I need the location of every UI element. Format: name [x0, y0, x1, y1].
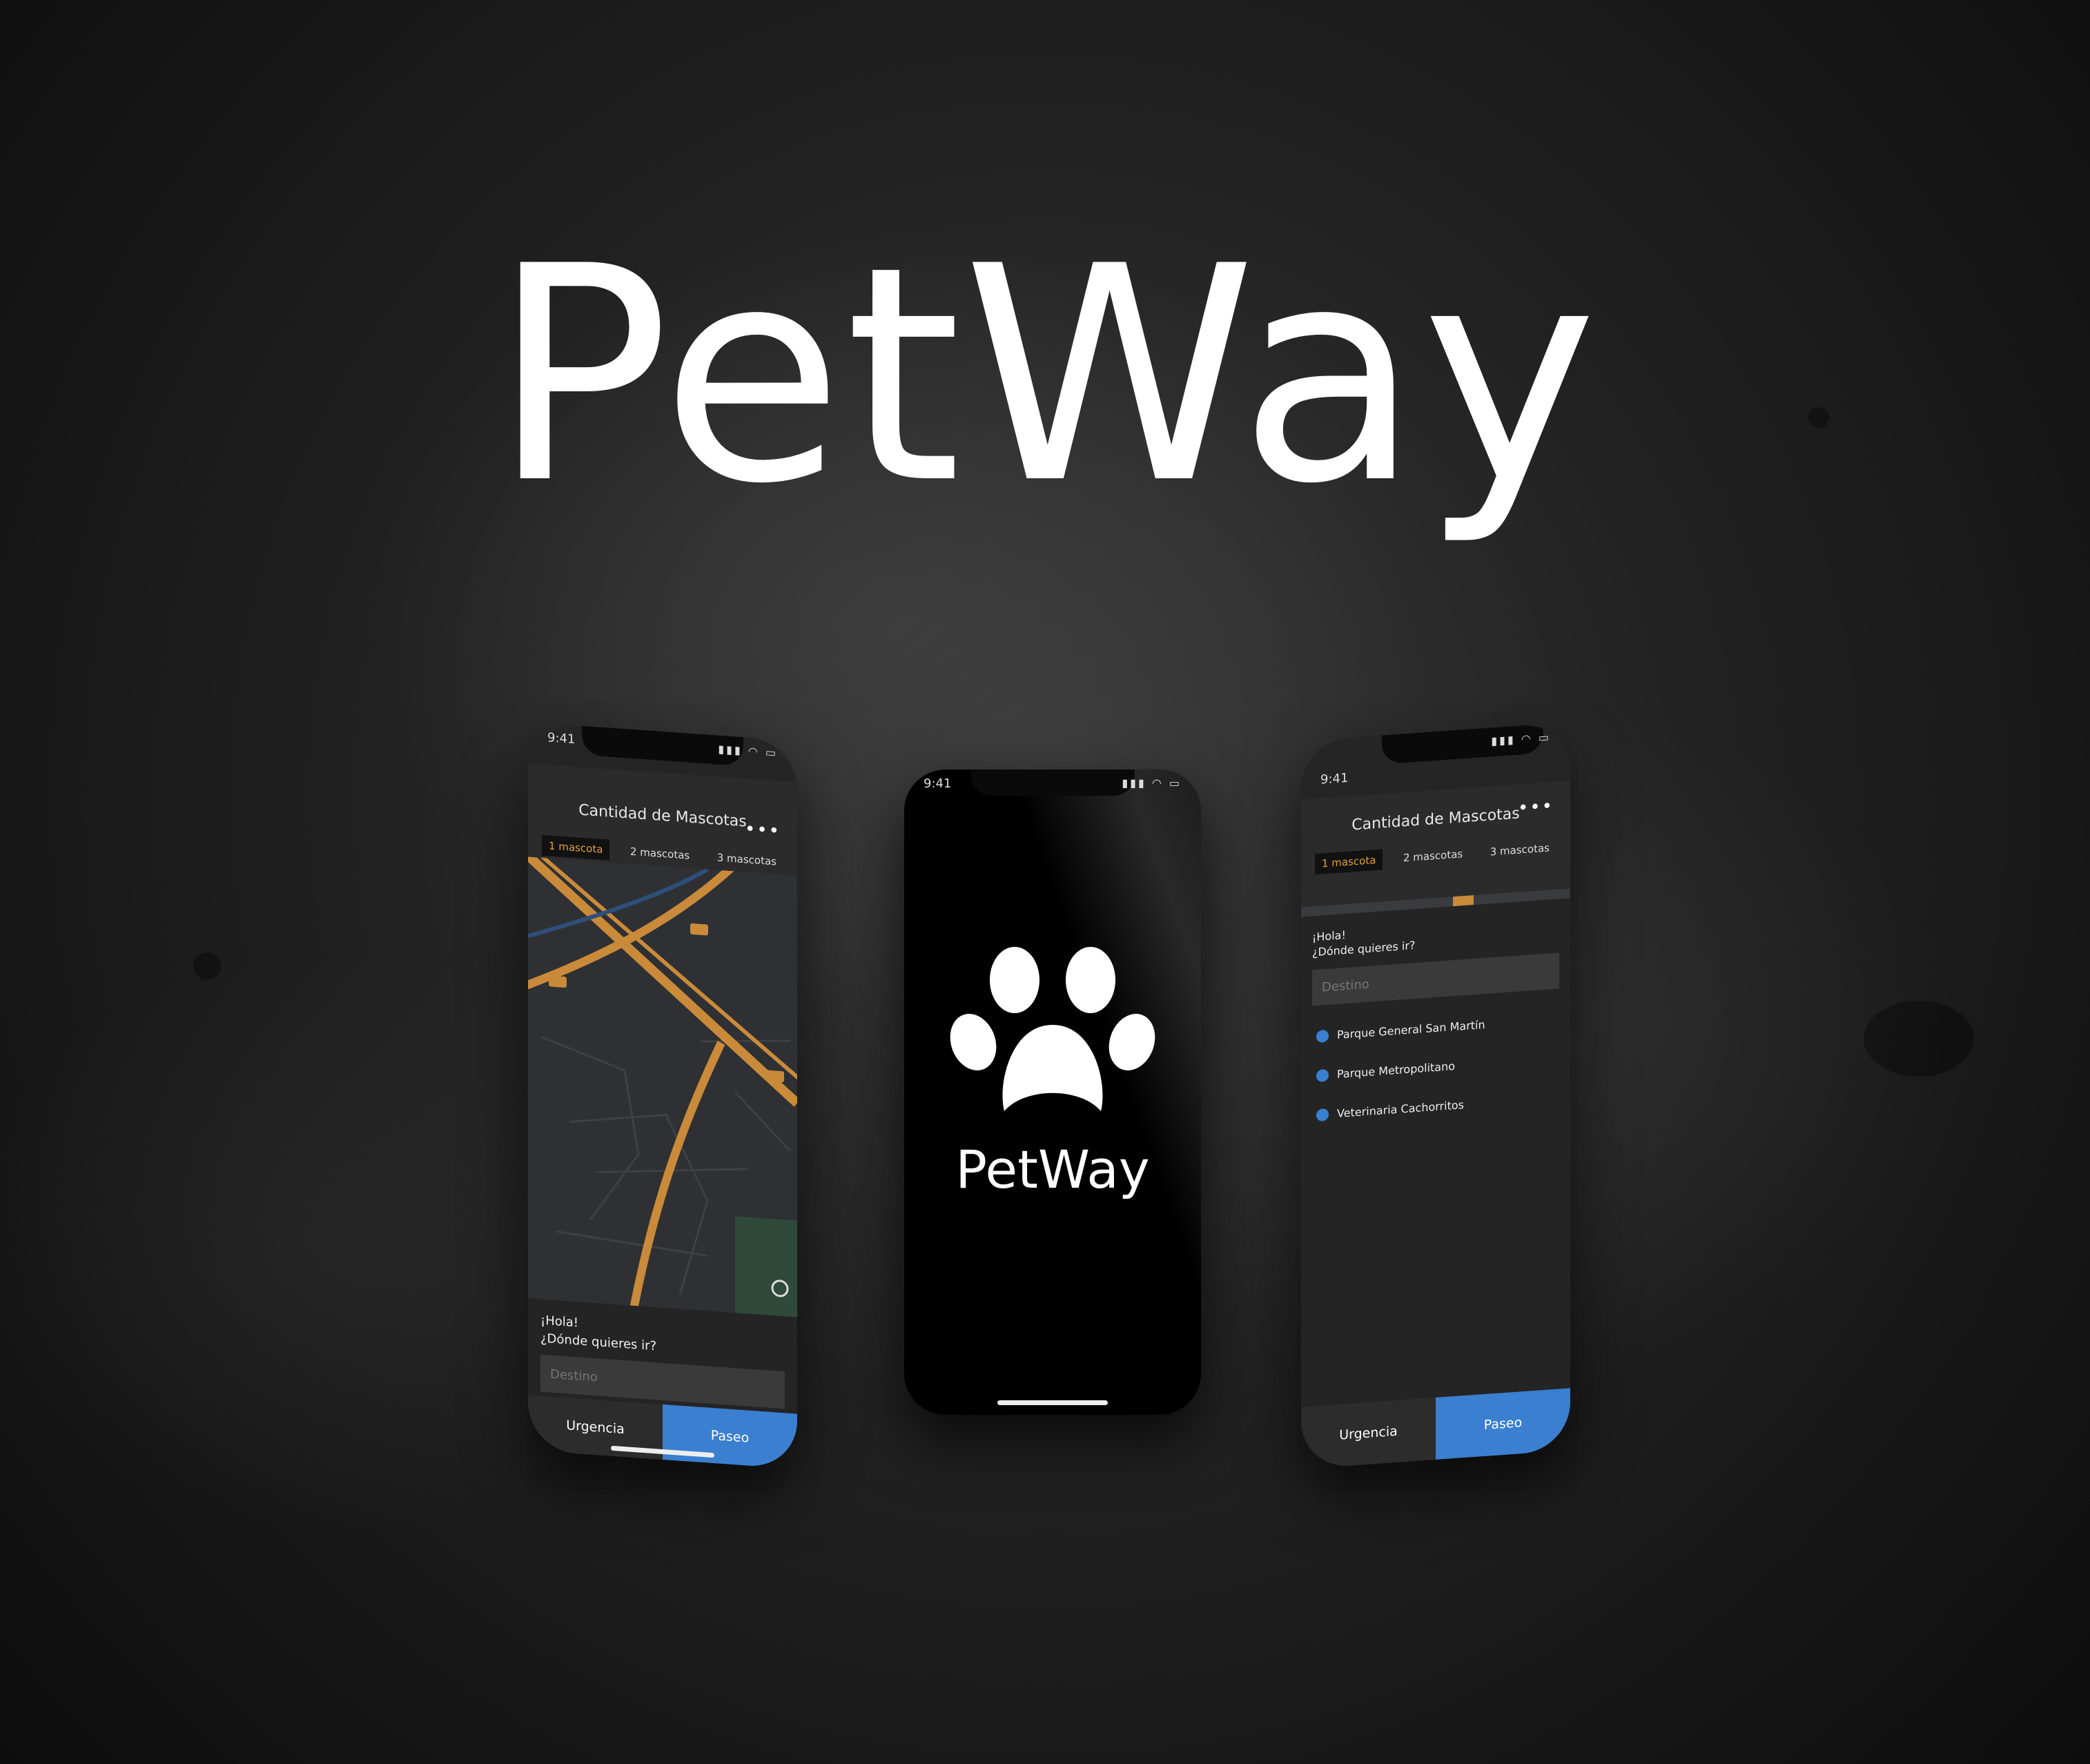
suggestion-label: Veterinaria Cachorritos [1337, 1098, 1464, 1120]
suggestion-label: Parque Metropolitano [1337, 1059, 1456, 1081]
suggestion-item[interactable]: Parque General San Martín [1316, 1018, 1485, 1043]
brand-title: PetWay [491, 204, 1599, 549]
splash-brand-name: PetWay [955, 1139, 1150, 1200]
location-pin-icon [1316, 1068, 1329, 1082]
location-pin-icon [1316, 1108, 1329, 1121]
more-options-icon[interactable]: ••• [1518, 796, 1554, 819]
background: PetWay 9:41 ▮▮▮ ◠ ▭ Cantidad de Mascotas… [0, 0, 2090, 1764]
suggestion-label: Parque General San Martín [1337, 1017, 1485, 1041]
greeting: ¡Hola! ¿Dónde quieres ir? [1312, 923, 1415, 960]
tab-2-mascotas[interactable]: 2 mascotas [1396, 843, 1469, 869]
phone-destination-screen: 9:41 ▮▮▮ ◠ ▭ Cantidad de Mascotas ••• 1 … [1301, 722, 1570, 1469]
location-pin-icon [1316, 1029, 1329, 1043]
tab-1-mascota[interactable]: 1 mascota [542, 834, 610, 861]
status-time: 9:41 [1320, 770, 1349, 787]
paseo-button[interactable]: Paseo [1436, 1388, 1570, 1460]
phone-notch [970, 770, 1135, 796]
destination-input[interactable] [1312, 952, 1559, 1006]
bottom-sheet: ¡Hola! ¿Dónde quieres ir? Urgencia Paseo [528, 1298, 797, 1469]
urgencia-button[interactable]: Urgencia [1301, 1398, 1436, 1469]
texture-spot [1864, 1001, 1974, 1077]
status-time: 9:41 [547, 730, 576, 747]
texture-spot [193, 952, 221, 980]
paseo-button[interactable]: Paseo [663, 1404, 797, 1469]
status-time: 9:41 [924, 776, 952, 791]
status-icons: ▮▮▮ ◠ ▭ [1122, 776, 1182, 790]
tab-3-mascotas[interactable]: 3 mascotas [710, 847, 783, 872]
tab-1-mascota[interactable]: 1 mascota [1315, 849, 1383, 875]
app-header: Cantidad de Mascotas ••• 1 mascota 2 mas… [1301, 781, 1570, 917]
map-roads [528, 856, 797, 1317]
more-options-icon[interactable]: ••• [745, 819, 781, 842]
suggestion-item[interactable]: Parque Metropolitano [1316, 1059, 1455, 1082]
map-view[interactable] [528, 856, 797, 1317]
pet-count-tabs: 1 mascota 2 mascotas 3 mascotas [1315, 836, 1556, 876]
greeting: ¡Hola! ¿Dónde quieres ir? [540, 1312, 656, 1356]
tab-2-mascotas[interactable]: 2 mascotas [623, 841, 696, 866]
paw-logo-icon [950, 947, 1155, 1111]
destination-sheet: ¡Hola! ¿Dónde quieres ir? Parque General… [1301, 898, 1570, 1469]
phone-map-screen: 9:41 ▮▮▮ ◠ ▭ Cantidad de Mascotas ••• 1 … [528, 722, 797, 1469]
tab-3-mascotas[interactable]: 3 mascotas [1483, 837, 1556, 863]
phone-splash-screen: 9:41 ▮▮▮ ◠ ▭ PetWay [904, 770, 1201, 1415]
suggestion-item[interactable]: Veterinaria Cachorritos [1316, 1098, 1464, 1121]
home-indicator [997, 1400, 1108, 1405]
action-bar: Urgencia Paseo [1301, 1388, 1570, 1469]
